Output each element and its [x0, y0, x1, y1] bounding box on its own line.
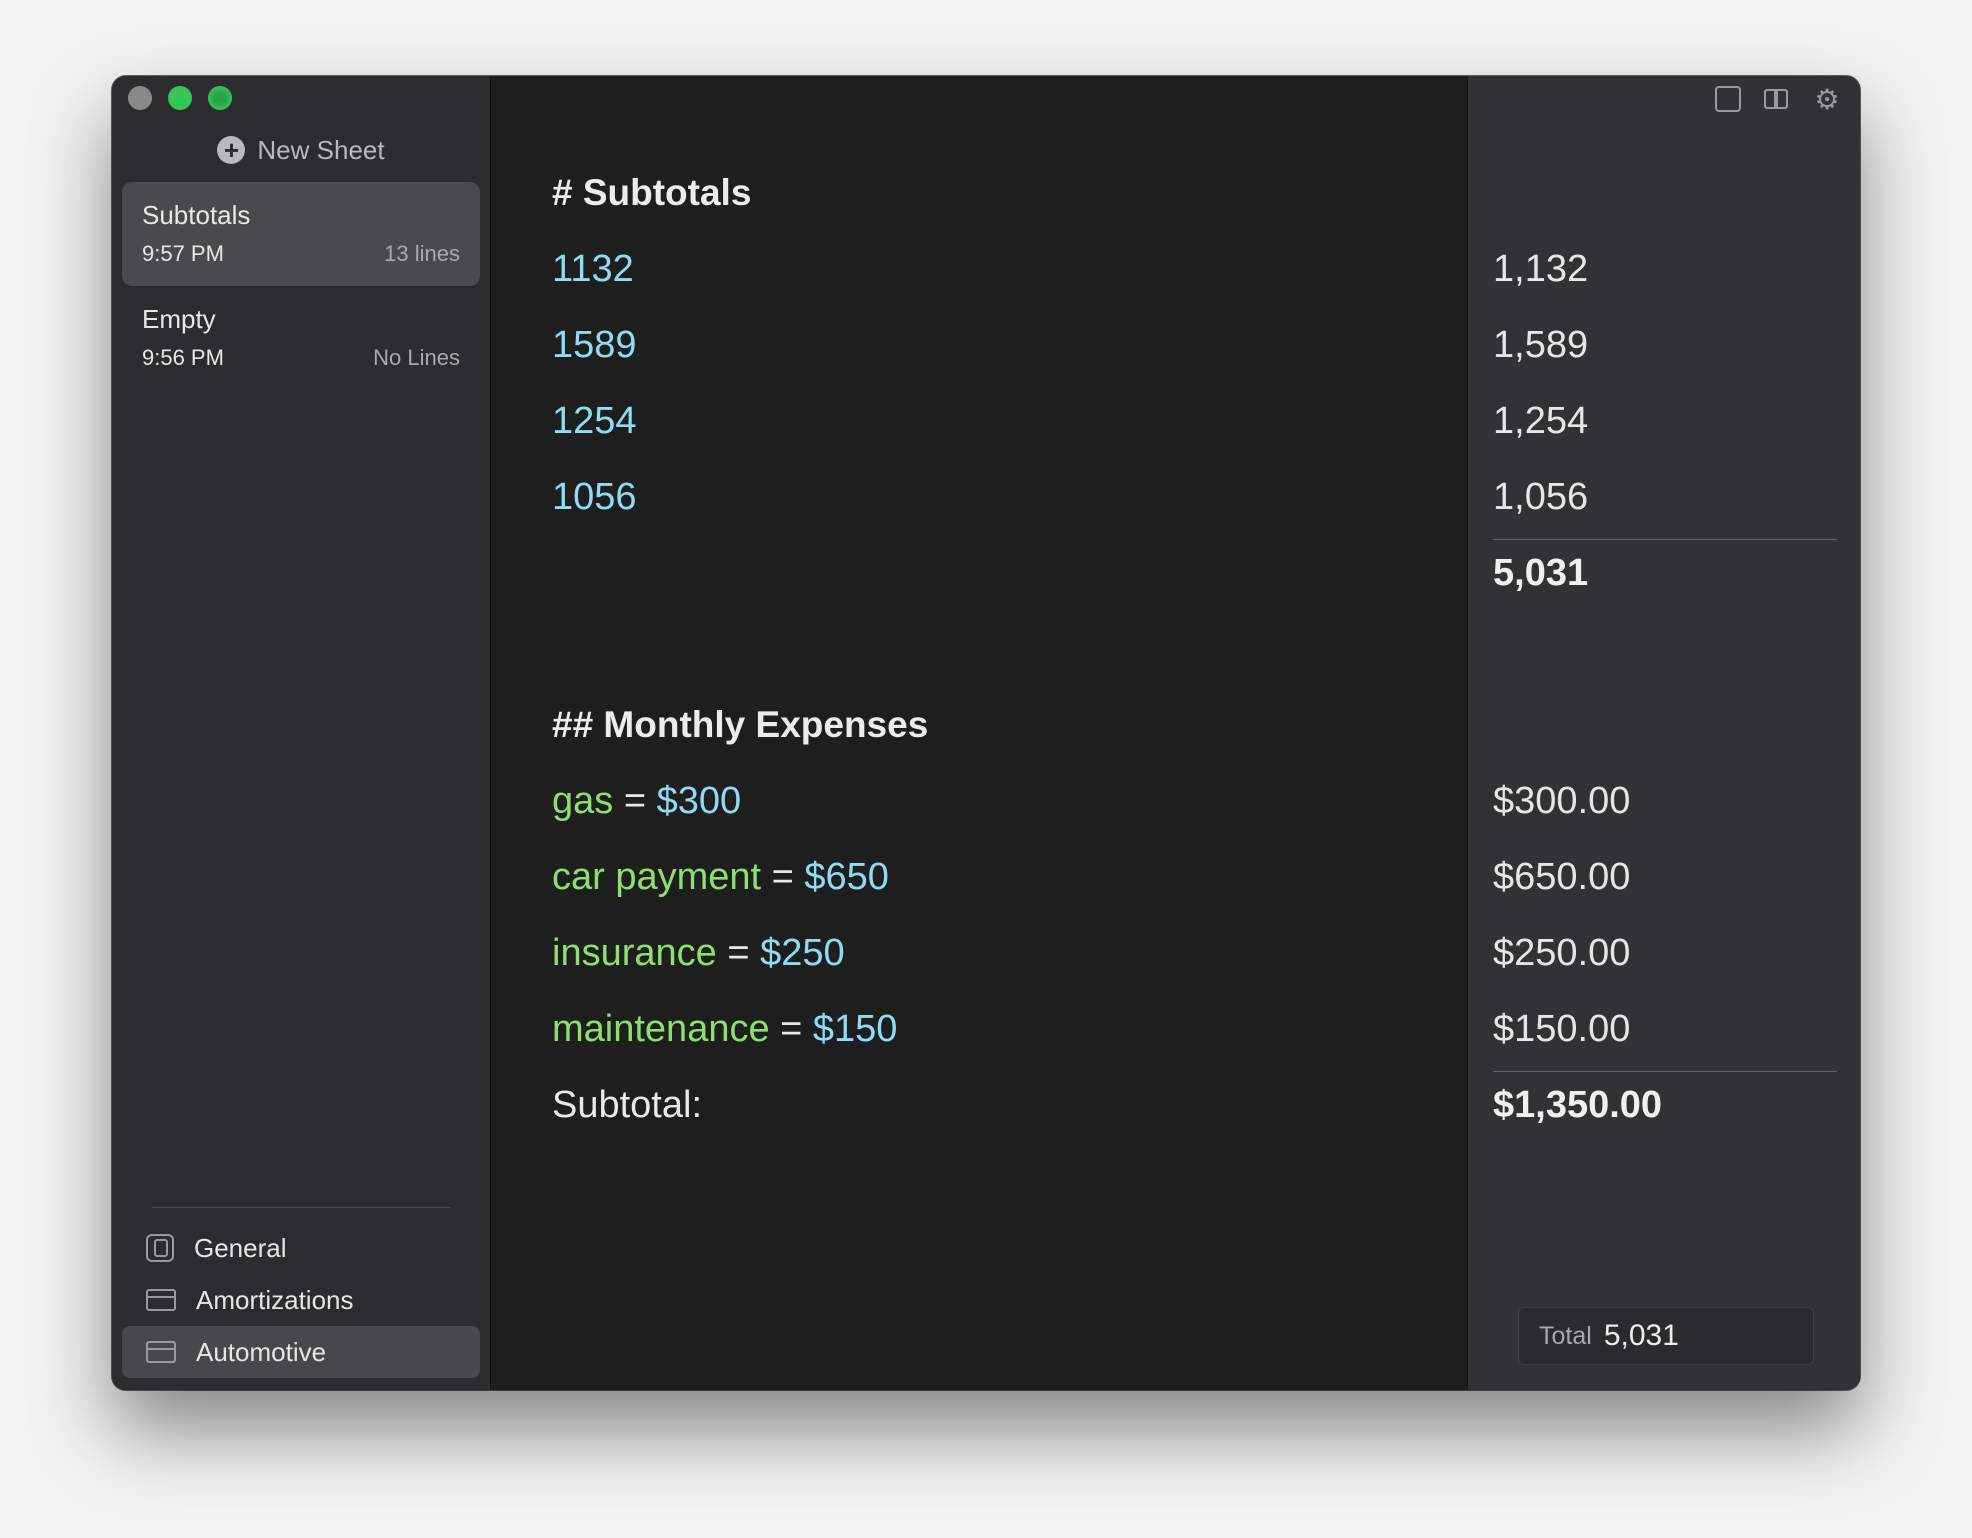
total-value: 5,031 — [1603, 1319, 1679, 1352]
sidebar-toggle-icon[interactable] — [1715, 86, 1741, 112]
sheet-meta: 9:57 PM 13 lines — [142, 241, 460, 267]
toolbar: ⚙ — [1715, 86, 1841, 114]
editor-line-expense[interactable]: insurance = $250 — [552, 932, 845, 975]
expense-value: $150 — [812, 1008, 898, 1050]
editor-line-expense[interactable]: maintenance = $150 — [552, 1008, 897, 1051]
gear-icon[interactable]: ⚙ — [1813, 86, 1841, 114]
editor-line-number[interactable]: 1132 — [552, 248, 634, 291]
folder-item-general[interactable]: General — [122, 1222, 480, 1274]
subtotal-value: 5,031 — [1493, 552, 1589, 594]
sheet-line-count: 13 lines — [384, 241, 460, 266]
result-value: 1,589 — [1493, 324, 1589, 366]
minimize-button[interactable] — [168, 86, 192, 110]
folder-item-automotive[interactable]: Automotive — [122, 1326, 480, 1378]
sheet-line-count: No Lines — [373, 345, 460, 370]
total-display[interactable]: Total 5,031 — [1518, 1307, 1814, 1365]
editor-line-number[interactable]: 1254 — [552, 400, 637, 443]
sheet-editor[interactable]: # Subtotals 1132 1589 1254 1056 ## Month… — [491, 76, 1467, 1390]
total-label: Total — [1539, 1321, 1592, 1350]
result-value: $300.00 — [1493, 780, 1631, 822]
general-icon — [146, 1234, 174, 1262]
assign-operator: = — [613, 780, 657, 822]
sheet-time: 9:56 PM — [142, 345, 224, 370]
result-value: $650.00 — [1493, 856, 1631, 898]
editor-line-expense[interactable]: car payment = $650 — [552, 856, 889, 899]
folder-icon — [146, 1289, 176, 1311]
new-sheet-label: New Sheet — [257, 134, 385, 165]
result-value: $250.00 — [1493, 932, 1631, 974]
editor-line-number[interactable]: 1589 — [552, 324, 637, 367]
sheet-item-subtotals[interactable]: Subtotals 9:57 PM 13 lines — [122, 182, 480, 286]
fullscreen-button[interactable] — [208, 86, 232, 110]
folder-label: Amortizations — [196, 1284, 354, 1315]
sheet-item-empty[interactable]: Empty 9:56 PM No Lines — [122, 286, 480, 390]
folder-item-amortizations[interactable]: Amortizations — [122, 1274, 480, 1326]
expense-value: $300 — [656, 780, 742, 822]
result-value: 1,056 — [1493, 476, 1589, 518]
plus-circle-icon: + — [217, 136, 246, 164]
assign-operator: = — [761, 856, 805, 898]
result-value: $150.00 — [1493, 1008, 1631, 1050]
close-button[interactable] — [128, 86, 152, 110]
sheet-title: Empty — [142, 304, 216, 334]
results-panel: ⚙ 1,132 1,589 1,254 1,056 5,031 $300.00 … — [1467, 76, 1860, 1390]
sidebar-divider — [152, 1207, 450, 1208]
folder-label: Automotive — [196, 1336, 327, 1367]
heading-monthly-expenses: ## Monthly Expenses — [552, 704, 929, 745]
folder-icon — [146, 1341, 176, 1363]
subtotal-rule — [1493, 539, 1837, 540]
book-icon[interactable] — [1763, 86, 1791, 114]
assign-operator: = — [769, 1008, 813, 1050]
result-value: 1,132 — [1493, 248, 1589, 290]
variable-name: insurance — [552, 932, 717, 974]
variable-name: maintenance — [552, 1008, 770, 1050]
new-sheet-button[interactable]: + New Sheet — [112, 128, 490, 172]
assign-operator: = — [716, 932, 761, 974]
expense-value: $250 — [760, 932, 845, 974]
expense-value: $650 — [804, 856, 889, 898]
window-controls — [128, 86, 232, 110]
sheet-meta: 9:56 PM No Lines — [142, 345, 460, 371]
sidebar: + New Sheet Subtotals 9:57 PM 13 lines E… — [112, 76, 491, 1390]
app-window: + New Sheet Subtotals 9:57 PM 13 lines E… — [112, 76, 1860, 1390]
sheet-time: 9:57 PM — [142, 241, 224, 266]
subtotal-value: $1,350.00 — [1493, 1084, 1663, 1126]
editor-line-number[interactable]: 1056 — [552, 476, 637, 519]
heading-subtotals: # Subtotals — [552, 172, 752, 213]
result-value: 1,254 — [1493, 400, 1589, 442]
folder-label: General — [194, 1232, 287, 1263]
sheet-title: Subtotals — [142, 200, 251, 230]
editor-line-subtotal[interactable]: Subtotal: — [552, 1084, 702, 1127]
variable-name: car payment — [552, 856, 762, 898]
subtotal-rule — [1493, 1071, 1837, 1072]
editor-line-expense[interactable]: gas = $300 — [552, 780, 741, 823]
variable-name: gas — [552, 780, 614, 822]
